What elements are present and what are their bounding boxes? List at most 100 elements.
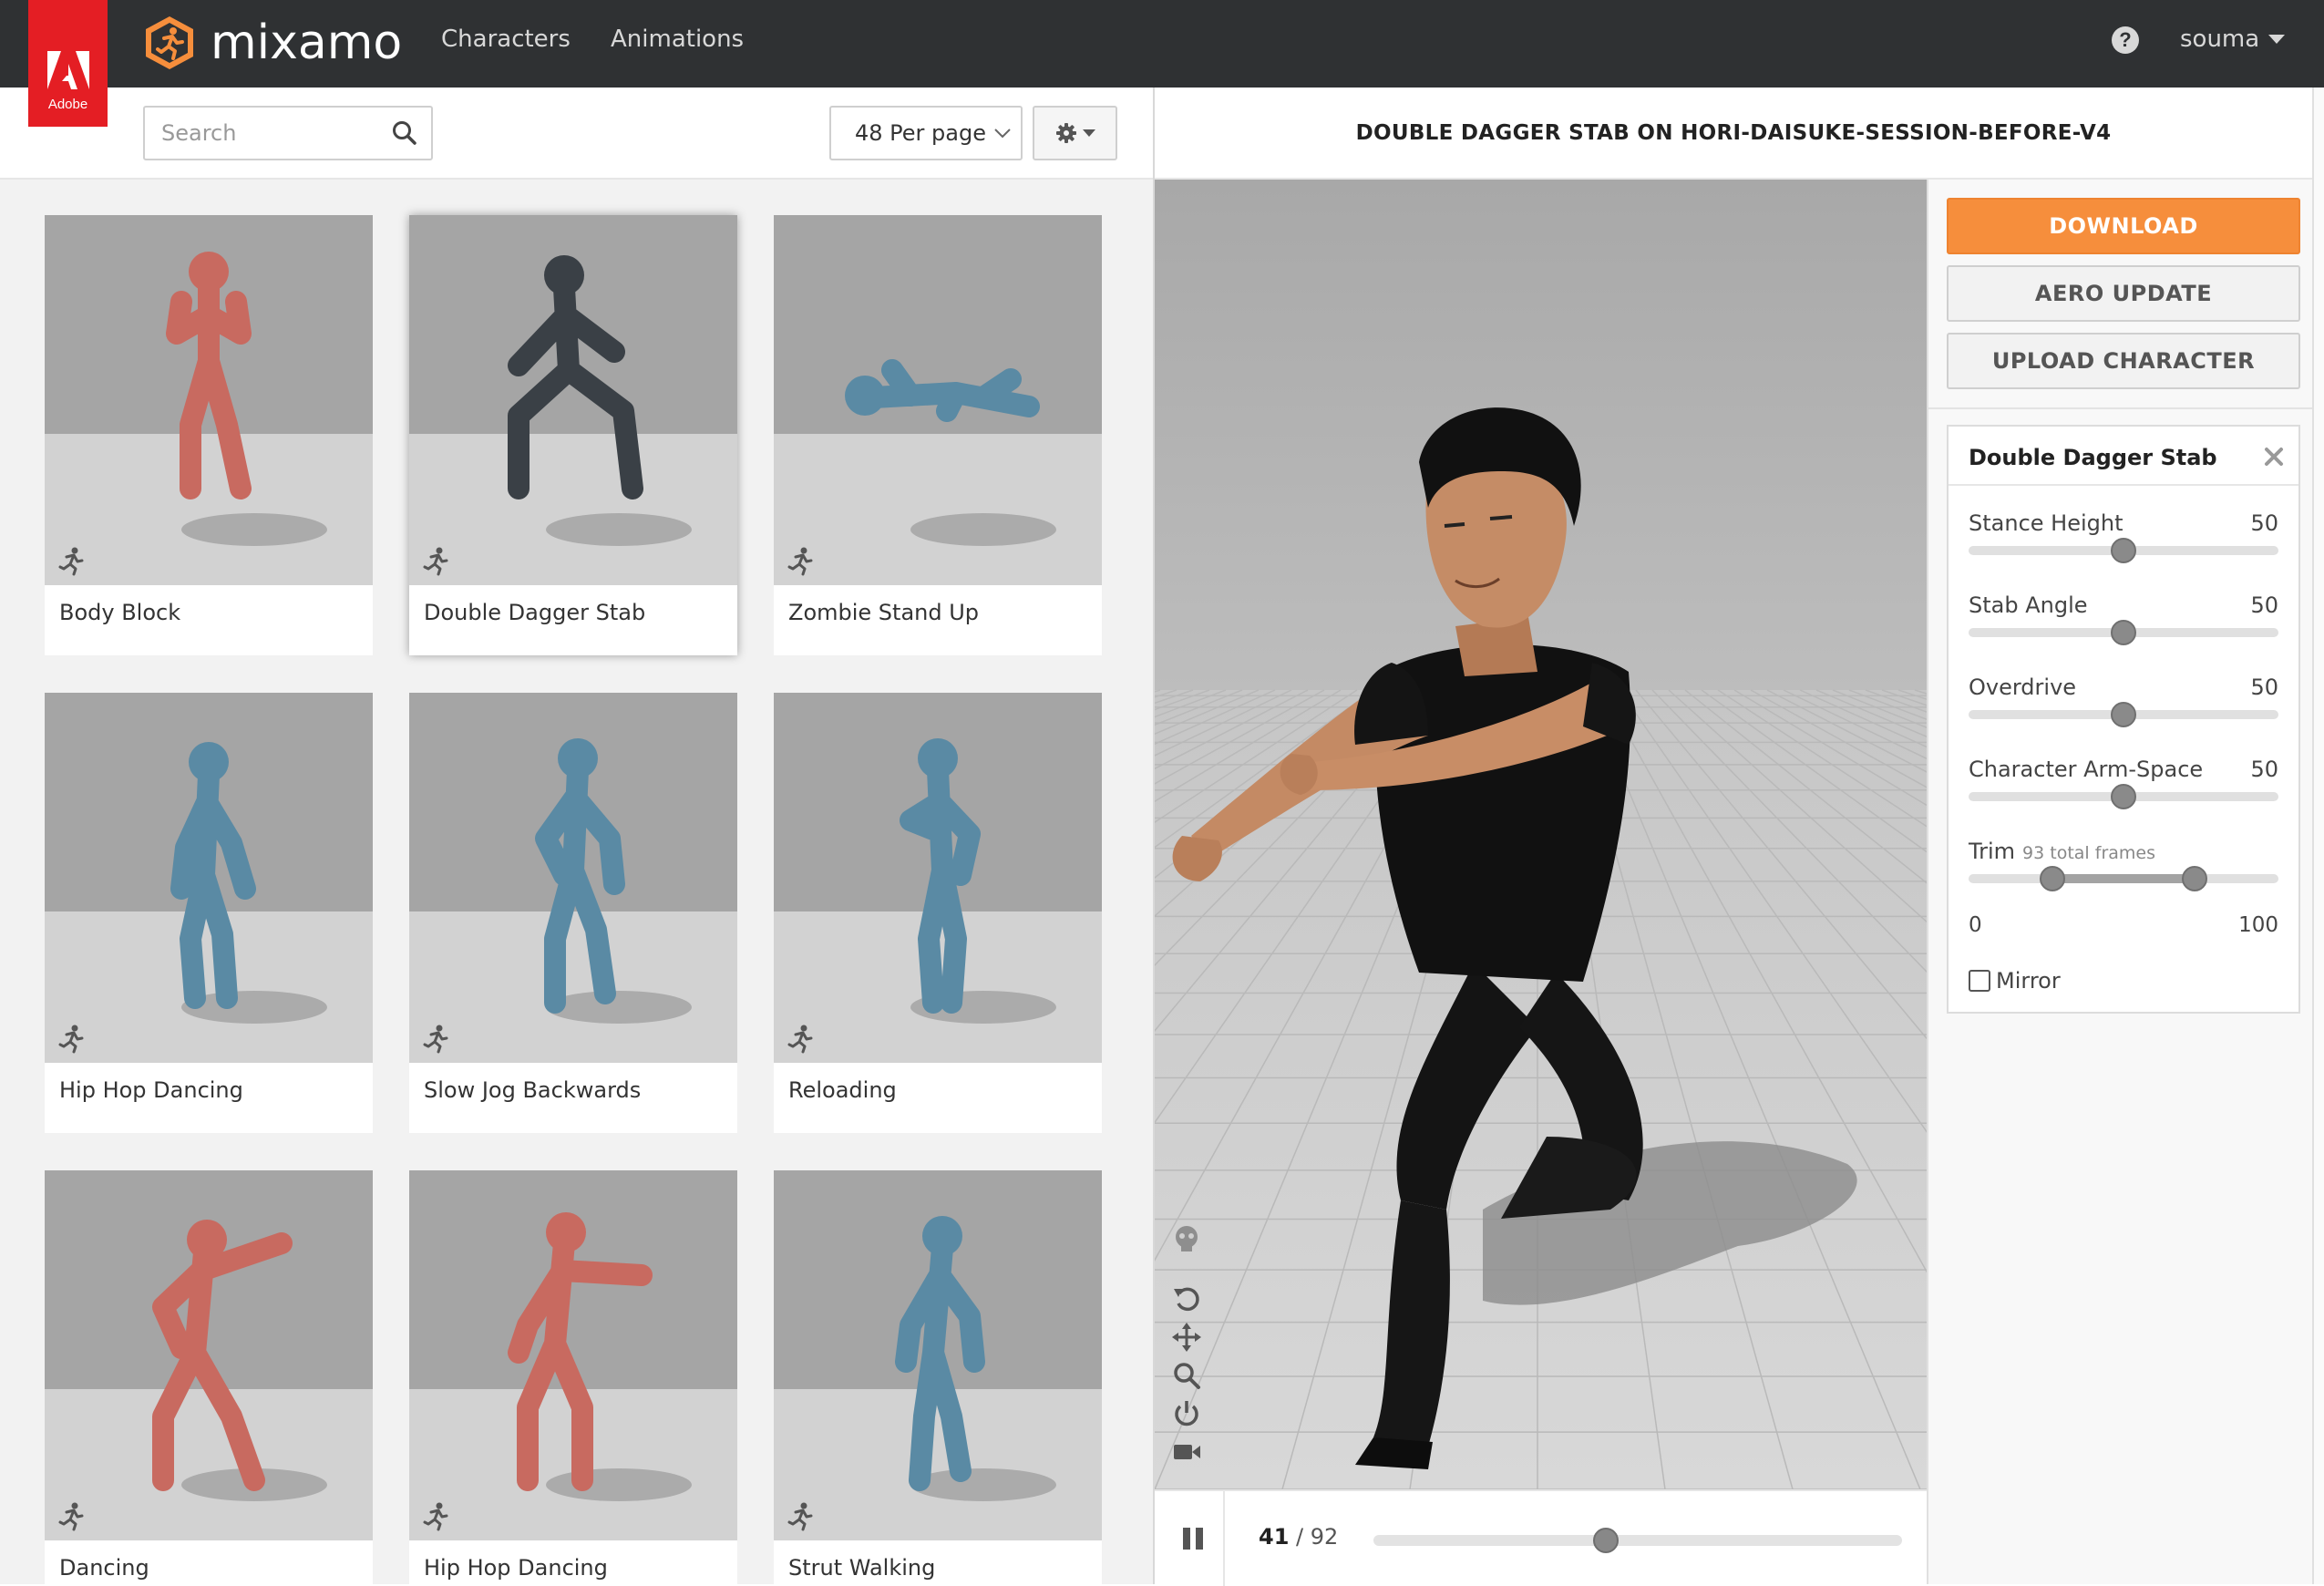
aero-update-button[interactable]: AERO UPDATE — [1947, 265, 2300, 322]
param-value: 50 — [2250, 592, 2278, 618]
mirror-checkbox[interactable] — [1969, 970, 1990, 992]
trim-max: 100 — [2238, 913, 2278, 937]
trim-start-handle[interactable] — [2039, 866, 2065, 891]
animation-settings-panel: DOWNLOAD AERO UPDATE UPLOAD CHARACTER Do… — [1927, 180, 2314, 1584]
figure-shadow — [546, 991, 692, 1024]
running-man-icon — [423, 1502, 448, 1531]
animation-card[interactable]: Strut Walking — [774, 1170, 1102, 1584]
power-icon[interactable] — [1171, 1398, 1202, 1429]
animation-thumbnail — [409, 693, 737, 1063]
nav-animations[interactable]: Animations — [611, 26, 744, 53]
chevron-down-icon — [1082, 129, 1095, 137]
animation-thumbnail — [774, 1170, 1102, 1540]
animation-card[interactable]: Body Block — [45, 215, 373, 655]
slider-handle[interactable] — [2111, 538, 2136, 563]
upload-character-button[interactable]: UPLOAD CHARACTER — [1947, 333, 2300, 389]
user-name: souma — [2180, 26, 2260, 53]
running-man-icon — [423, 547, 448, 576]
adobe-badge[interactable]: Adobe — [28, 0, 108, 127]
nav-characters[interactable]: Characters — [441, 26, 571, 53]
animation-card[interactable]: Zombie Stand Up — [774, 215, 1102, 655]
animation-card[interactable]: Hip Hop Dancing — [409, 1170, 737, 1584]
animation-card[interactable]: Hip Hop Dancing — [45, 693, 373, 1133]
param-value: 50 — [2250, 757, 2278, 782]
animation-thumbnail — [409, 215, 737, 585]
mixamo-logo-icon — [146, 16, 193, 69]
param-label: Character Arm-Space — [1969, 757, 2204, 782]
user-menu[interactable]: souma — [2180, 26, 2286, 53]
timeline-track[interactable] — [1373, 1535, 1902, 1546]
brand[interactable]: mixamo — [141, 13, 402, 73]
help-icon[interactable]: ? — [2112, 26, 2139, 54]
param-value: 50 — [2250, 675, 2278, 700]
param-label: Overdrive — [1969, 675, 2077, 700]
camera-icon[interactable] — [1171, 1437, 1202, 1468]
running-man-icon — [423, 1025, 448, 1054]
trim-end-handle[interactable] — [2182, 866, 2208, 891]
animation-title: Hip Hop Dancing — [424, 1555, 608, 1581]
pan-icon[interactable] — [1171, 1322, 1202, 1353]
animation-card[interactable]: Slow Jog Backwards — [409, 693, 737, 1133]
animation-title: Zombie Stand Up — [788, 600, 980, 625]
per-page-select[interactable]: 48 Per page — [829, 106, 1023, 160]
param-label: Stab Angle — [1969, 592, 2088, 618]
figure-shadow — [181, 513, 327, 546]
figure-head — [922, 1216, 962, 1256]
mirror-label: Mirror — [1996, 968, 2061, 994]
search-icon[interactable] — [391, 119, 418, 147]
settings-dropdown-button[interactable] — [1033, 106, 1117, 160]
running-man-icon — [58, 547, 84, 576]
preview-title: DOUBLE DAGGER STAB ON HORI-DAISUKE-SESSI… — [1355, 120, 2112, 145]
figure-head — [546, 1212, 586, 1252]
trim-title: Trim — [1969, 839, 2016, 864]
mirror-toggle[interactable]: Mirror — [1969, 968, 2061, 994]
animation-card[interactable]: Dancing — [45, 1170, 373, 1584]
slider-handle[interactable] — [2111, 784, 2136, 809]
backdrop-floor — [45, 911, 373, 1063]
divider — [1928, 407, 2314, 409]
figure-shadow — [910, 513, 1056, 546]
total-frames: 92 — [1310, 1524, 1339, 1550]
param-label: Stance Height — [1969, 510, 2123, 536]
download-button[interactable]: DOWNLOAD — [1947, 198, 2300, 254]
character-figure — [409, 693, 737, 1063]
skeleton-icon[interactable] — [1171, 1223, 1202, 1254]
figure-shadow — [910, 1468, 1056, 1501]
close-icon[interactable] — [2264, 447, 2284, 467]
zoom-icon[interactable] — [1171, 1360, 1202, 1391]
running-man-icon — [787, 1502, 813, 1531]
character-preview[interactable] — [1155, 180, 1927, 1489]
adobe-logo-icon — [46, 51, 89, 89]
backdrop-floor — [774, 1389, 1102, 1540]
figure-head — [544, 255, 584, 295]
backdrop-floor — [774, 434, 1102, 585]
backdrop-floor — [45, 434, 373, 585]
frame-separator: / — [1289, 1524, 1311, 1550]
animation-title: Hip Hop Dancing — [59, 1077, 243, 1103]
character-figure — [774, 1170, 1102, 1540]
animation-card-selected[interactable]: Double Dagger Stab — [409, 215, 737, 655]
search-placeholder: Search — [161, 120, 237, 146]
animation-params-box: Double Dagger Stab Stance Height 50 Stab… — [1947, 425, 2300, 1014]
search-input[interactable]: Search — [143, 106, 433, 160]
timeline-scrubber[interactable] — [1593, 1528, 1620, 1553]
pause-icon[interactable] — [1180, 1526, 1206, 1551]
divider — [1223, 1491, 1225, 1586]
character-figure — [45, 1170, 373, 1540]
trim-selected-range — [2051, 874, 2195, 883]
reset-view-icon[interactable] — [1171, 1283, 1202, 1314]
animation-card[interactable]: Reloading — [774, 693, 1102, 1133]
browse-toolbar: Search 48 Per page — [0, 88, 1153, 180]
backdrop-floor — [45, 1389, 373, 1540]
animation-grid: Body Block Double Dagger Stab Zombie Sta… — [0, 180, 1153, 1584]
character-figure — [45, 215, 373, 585]
slider-handle[interactable] — [2111, 702, 2136, 727]
character-figure — [409, 1170, 737, 1540]
character-figure — [45, 693, 373, 1063]
animation-title: Body Block — [59, 600, 181, 625]
character-figure — [774, 215, 1102, 585]
slider-handle[interactable] — [2111, 620, 2136, 645]
3d-viewport[interactable] — [1155, 180, 1927, 1489]
animation-thumbnail — [774, 693, 1102, 1063]
scrollbar[interactable] — [2312, 88, 2324, 1584]
